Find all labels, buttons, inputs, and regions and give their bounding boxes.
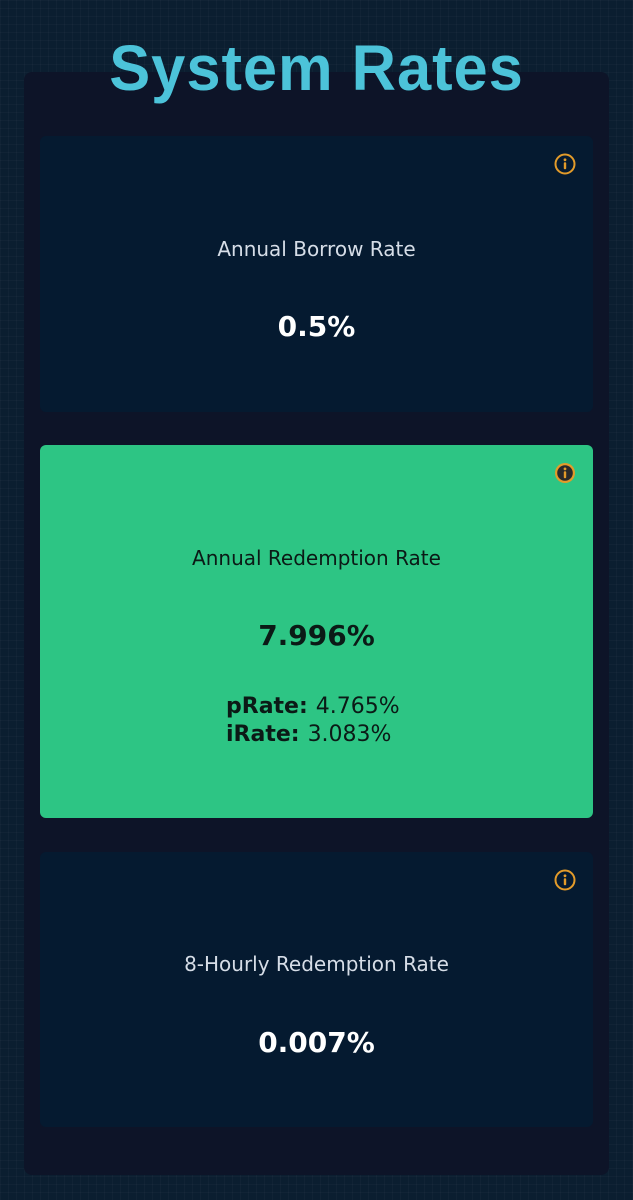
page-title: System Rates: [109, 32, 524, 104]
card-value: 0.5%: [277, 310, 356, 343]
sub-rate-value: 3.083%: [307, 722, 392, 747]
info-icon[interactable]: [554, 462, 576, 484]
annual-redemption-rate-card: Annual Redemption Rate 7.996% pRate: 4.76…: [40, 445, 593, 818]
card-value: 7.996%: [258, 619, 375, 652]
sub-rates: pRate: 4.765% iRate: 3.083%: [226, 693, 400, 749]
info-icon[interactable]: [554, 869, 576, 891]
sub-rate-name: iRate:: [226, 722, 300, 747]
card-label: Annual Redemption Rate: [192, 546, 441, 570]
eight-hourly-redemption-rate-card: 8-Hourly Redemption Rate 0.007%: [40, 852, 593, 1127]
annual-borrow-rate-card: Annual Borrow Rate 0.5%: [40, 136, 593, 412]
sub-rate-row-prate: pRate: 4.765%: [226, 693, 400, 721]
card-label: Annual Borrow Rate: [217, 237, 416, 261]
sub-rate-name: pRate:: [226, 694, 308, 719]
card-label: 8-Hourly Redemption Rate: [184, 952, 449, 976]
sub-rate-value: 4.765%: [315, 694, 400, 719]
card-value: 0.007%: [258, 1026, 375, 1059]
info-icon[interactable]: [554, 153, 576, 175]
sub-rate-row-irate: iRate: 3.083%: [226, 721, 400, 749]
